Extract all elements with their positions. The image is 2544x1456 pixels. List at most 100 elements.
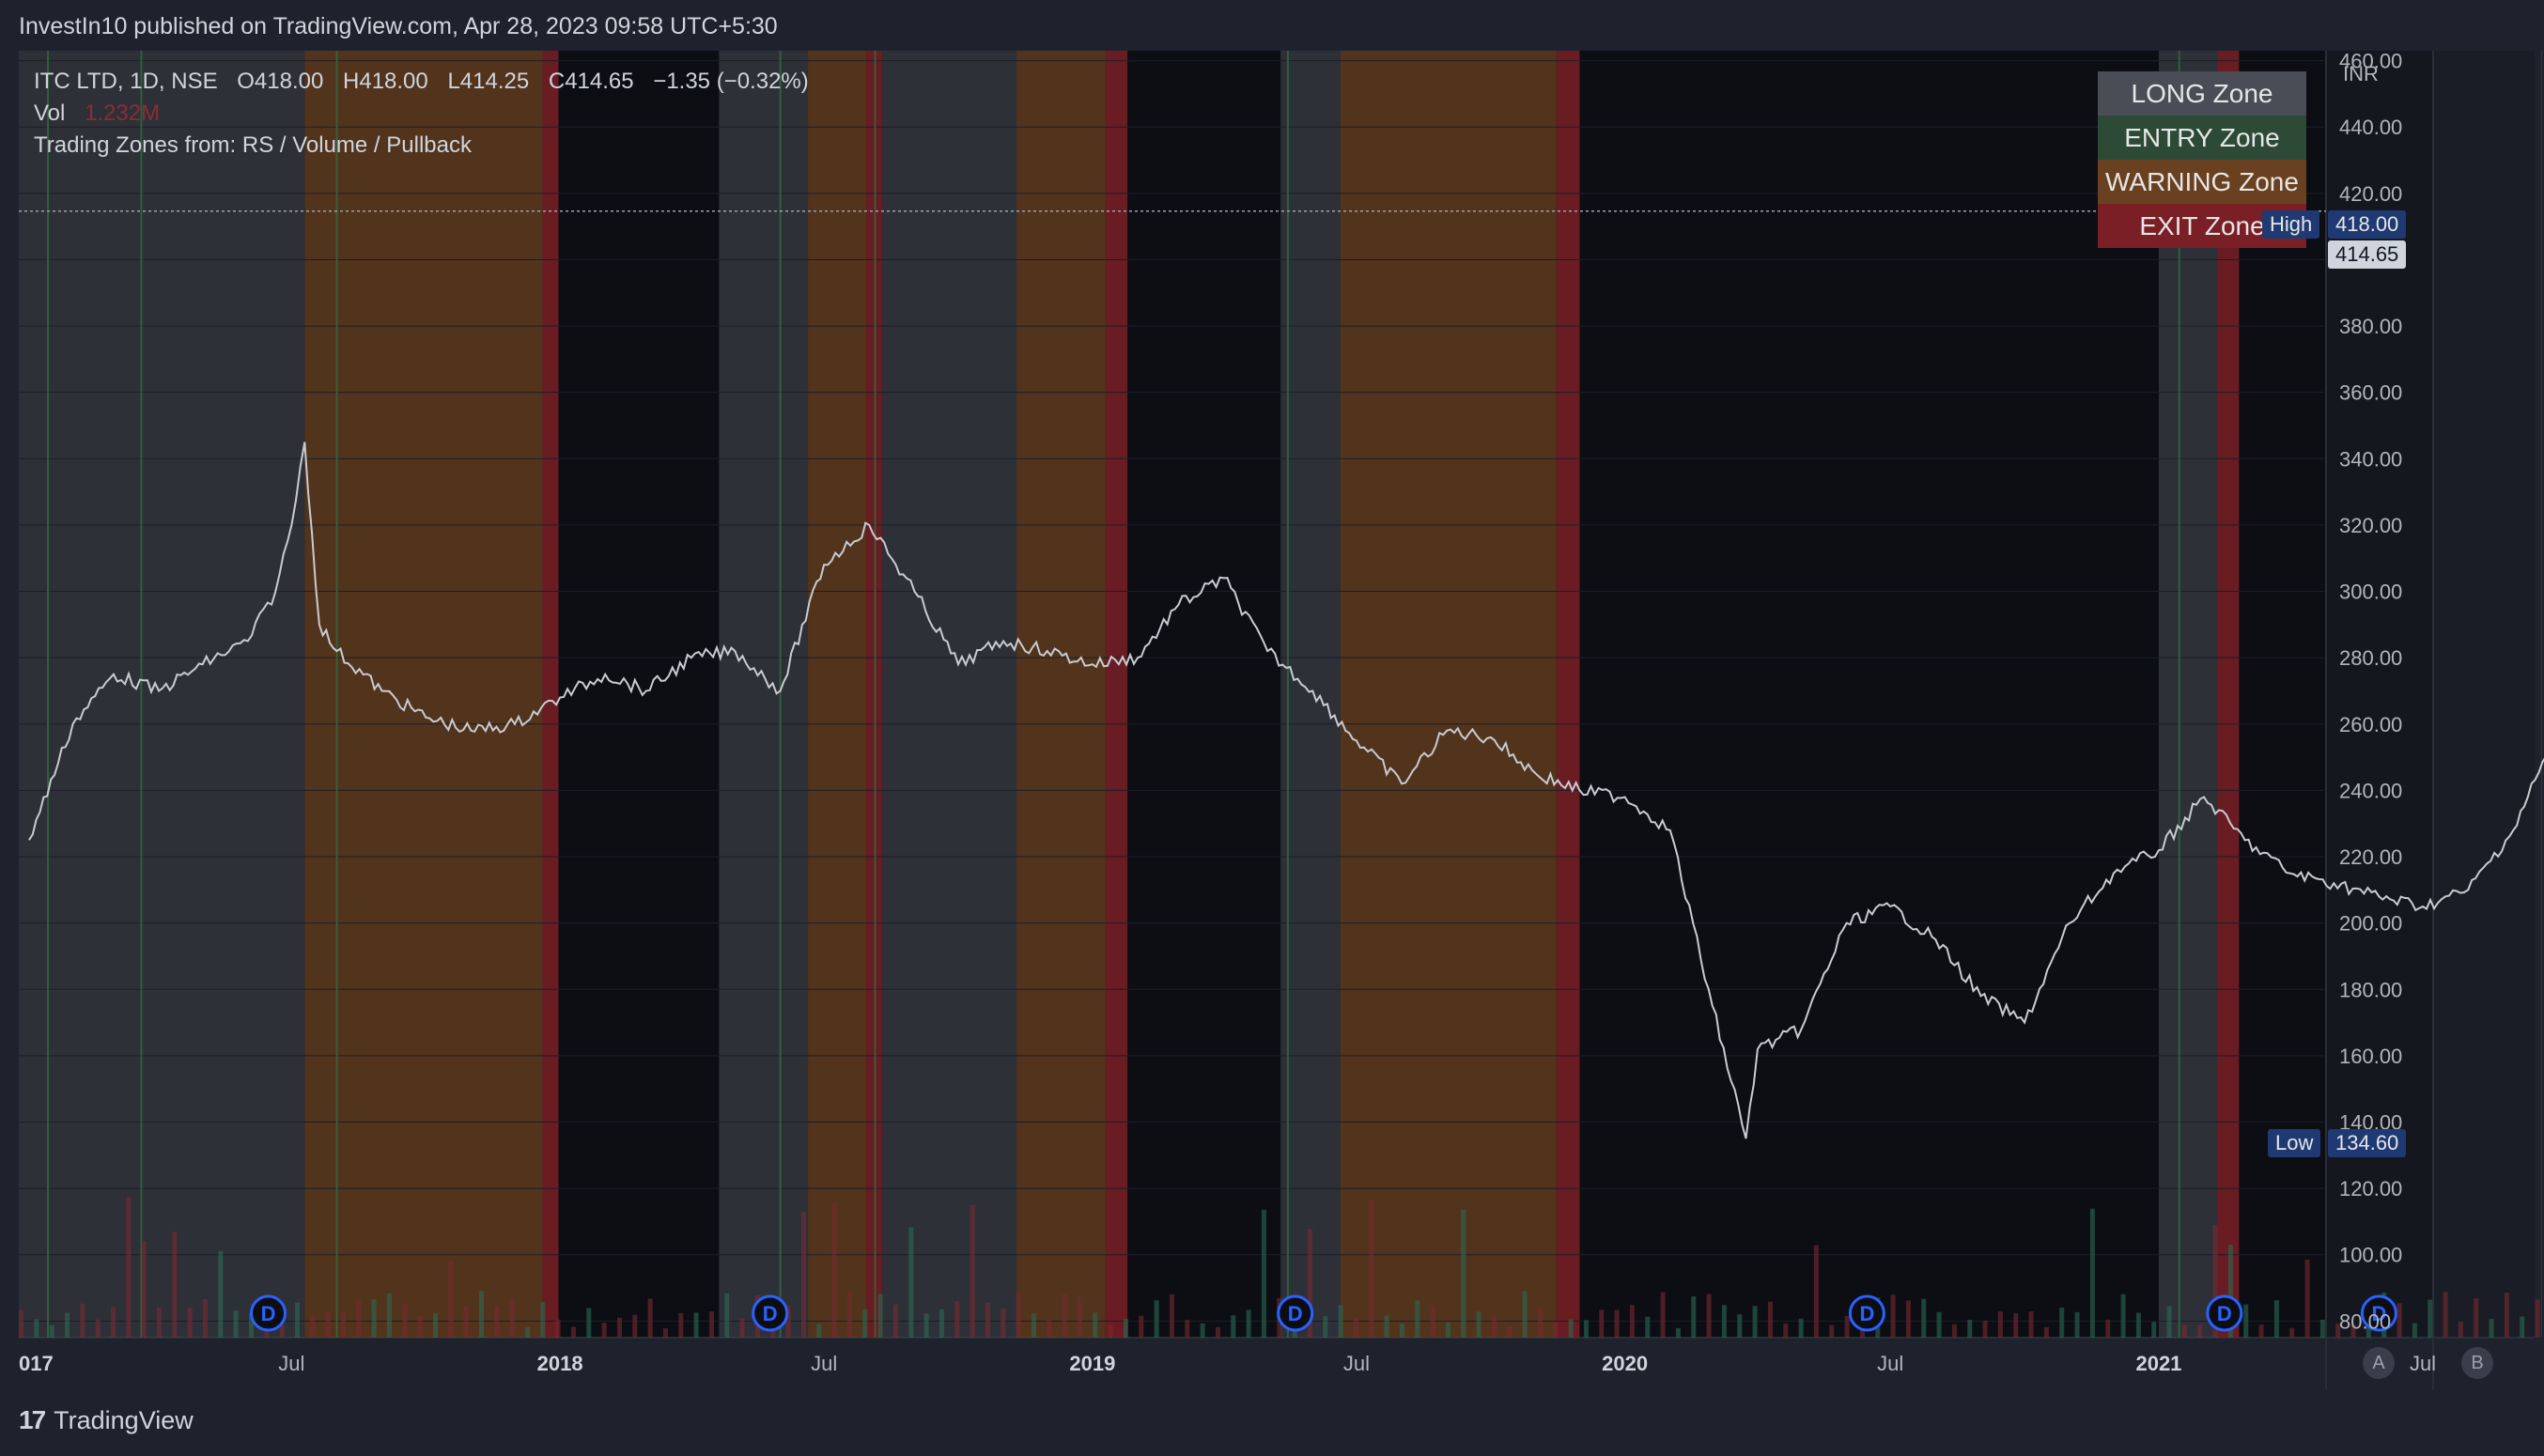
high-tag-label: High — [2262, 210, 2320, 239]
volume-bar — [970, 1204, 975, 1338]
volume-bar — [1737, 1314, 1743, 1338]
volume-bar — [1062, 1293, 1067, 1338]
volume-bar — [1721, 1305, 1727, 1338]
zone-exit — [1556, 51, 1580, 1338]
zone-warning — [1016, 51, 1106, 1338]
volume-bar — [2258, 1324, 2264, 1338]
volume-bar — [678, 1312, 684, 1338]
volume-bar — [1200, 1323, 1205, 1338]
volume-bar — [1077, 1296, 1082, 1338]
volume-bar — [601, 1323, 607, 1338]
volume-bar — [1568, 1319, 1574, 1338]
volume-bar — [2043, 1326, 2049, 1338]
volume-bar — [739, 1318, 745, 1338]
volume-bar — [2489, 1319, 2494, 1338]
volume-bar — [1231, 1315, 1236, 1338]
zone-warning — [1340, 51, 1557, 1338]
volume-bar — [724, 1293, 730, 1338]
volume-bar — [1890, 1294, 1896, 1338]
volume-bar — [647, 1298, 653, 1338]
warning-zone-label: WARNING Zone — [2098, 160, 2306, 204]
volume-bar — [1215, 1326, 1220, 1338]
volume-bar — [1353, 1317, 1358, 1338]
zone-long — [19, 51, 305, 1338]
volume-bar — [172, 1231, 178, 1338]
dividend-marker[interactable]: D — [2217, 1302, 2232, 1325]
volume-bar — [2535, 1299, 2540, 1338]
zone-exit — [1105, 51, 1128, 1338]
volume-bar — [908, 1227, 914, 1338]
dividend-marker[interactable]: D — [261, 1302, 276, 1325]
volume-bar — [1185, 1320, 1190, 1338]
volume-bar — [1123, 1318, 1128, 1338]
price-tick-label: 260.00 — [2339, 713, 2402, 736]
volume-bar — [923, 1313, 929, 1338]
volume-bar — [1154, 1300, 1159, 1338]
zone-warning — [304, 51, 543, 1338]
volume-bar — [2089, 1208, 2095, 1338]
long-zone-label: LONG Zone — [2098, 71, 2306, 116]
volume-bar — [64, 1312, 70, 1338]
volume-bar — [1338, 1305, 1343, 1338]
volume-bar — [1844, 1315, 1850, 1338]
volume-bar — [1261, 1209, 1266, 1338]
symbol-name[interactable]: ITC LTD, 1D, NSE — [34, 69, 218, 94]
high-value: H418.00 — [343, 69, 428, 94]
indicator-name[interactable]: Trading Zones from: RS / Volume / Pullba… — [34, 132, 472, 158]
volume-bar — [1323, 1316, 1328, 1338]
volume-bar — [1691, 1296, 1697, 1338]
volume-bar — [187, 1308, 193, 1338]
volume-bar — [1001, 1308, 1006, 1338]
price-tick-label: 180.00 — [2339, 978, 2402, 1001]
volume-bar — [816, 1324, 822, 1338]
volume-bar — [1936, 1311, 1942, 1338]
time-tick-label: 017 — [19, 1352, 54, 1375]
volume-bar — [1767, 1301, 1773, 1338]
publisher-header: InvestIn10 published on TradingView.com,… — [19, 13, 778, 39]
volume-bar — [49, 1324, 54, 1338]
volume-bar — [1951, 1324, 1957, 1338]
volume-label[interactable]: Vol — [34, 101, 65, 126]
volume-bar — [1905, 1300, 1911, 1338]
price-tick-label: 160.00 — [2339, 1045, 2402, 1068]
price-tick-label: 300.00 — [2339, 581, 2402, 604]
tradingview-logo-icon[interactable]: 17 — [19, 1405, 46, 1435]
dividend-marker[interactable]: D — [1859, 1302, 1874, 1325]
volume-bar — [1093, 1312, 1098, 1338]
volume-bar — [1645, 1316, 1651, 1338]
zone-warning — [808, 51, 867, 1338]
volume-bar — [1798, 1318, 1804, 1338]
volume-bar — [2105, 1319, 2111, 1338]
volume-bar — [1031, 1313, 1036, 1338]
volume-bar — [708, 1310, 714, 1338]
time-axis: 017Jul2018Jul2019Jul2020Jul2021Jul2022Ju… — [19, 1352, 2436, 1375]
price-tick-label: 200.00 — [2339, 912, 2402, 936]
auto-scale-button[interactable]: A — [2363, 1347, 2395, 1379]
volume-bar — [1599, 1309, 1605, 1338]
volume-bar — [19, 1309, 23, 1338]
volume-bar — [800, 1212, 806, 1338]
footer-brand[interactable]: TradingView — [54, 1406, 194, 1435]
volume-value: 1.232M — [85, 101, 161, 126]
dividend-marker[interactable]: D — [763, 1302, 778, 1325]
volume-bar — [1522, 1291, 1528, 1338]
volume-bar — [1461, 1209, 1466, 1338]
volume-bar — [417, 1316, 423, 1338]
b-button[interactable]: B — [2461, 1347, 2493, 1379]
time-tick-label: 2019 — [1069, 1352, 1115, 1375]
volume-bar — [1614, 1309, 1620, 1338]
volume-bar — [1476, 1311, 1481, 1338]
dividend-marker[interactable]: D — [1288, 1302, 1303, 1325]
volume-bar — [233, 1310, 239, 1338]
volume-bar — [2319, 1319, 2325, 1338]
close-value: C414.65 — [548, 69, 634, 94]
volume-bar — [2474, 1298, 2479, 1338]
volume-bar — [1047, 1319, 1052, 1338]
price-tick-label: 360.00 — [2339, 381, 2402, 405]
volume-bar — [402, 1304, 408, 1338]
zone-long — [719, 51, 809, 1338]
time-tick-label: Jul — [1343, 1352, 1370, 1375]
volume-bar — [2059, 1308, 2065, 1338]
price-tick-label: 220.00 — [2339, 845, 2402, 869]
low-tag-label: Low — [2268, 1129, 2321, 1157]
